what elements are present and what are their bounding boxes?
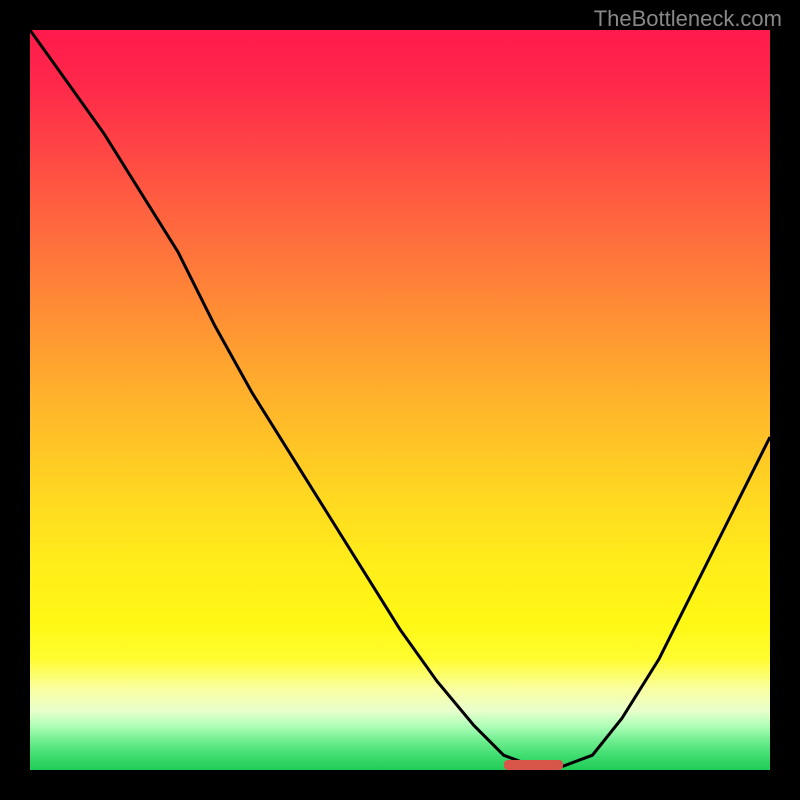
optimal-marker	[504, 760, 563, 770]
chart-curve	[30, 30, 770, 770]
watermark-text: TheBottleneck.com	[594, 6, 782, 32]
chart-plot-area	[30, 30, 770, 770]
